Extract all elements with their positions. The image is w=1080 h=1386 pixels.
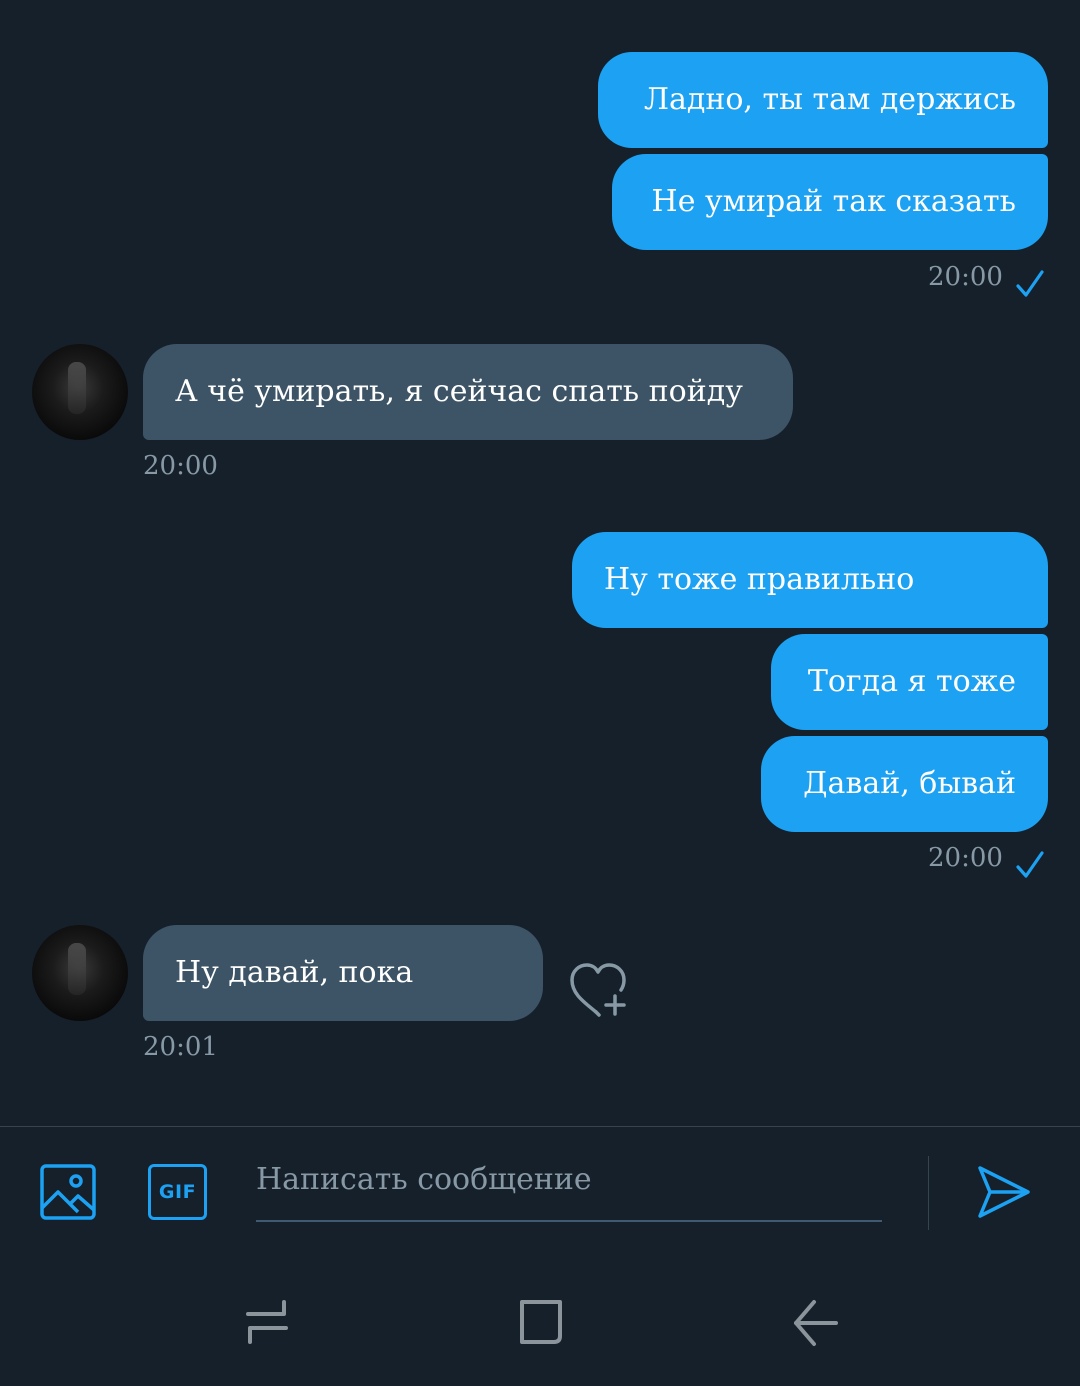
avatar[interactable]: [32, 344, 128, 440]
message-bubble-outgoing[interactable]: Давай, бывай: [761, 736, 1048, 832]
message-bubble-outgoing[interactable]: Ну тоже правильно: [572, 532, 1048, 628]
message-bubble-outgoing[interactable]: Тогда я тоже: [771, 634, 1048, 730]
message-bubble-incoming[interactable]: Ну давай, пока: [143, 925, 543, 1021]
message-timestamp: 20:00: [143, 451, 218, 481]
image-icon[interactable]: [40, 1164, 96, 1220]
avatar[interactable]: [32, 925, 128, 1021]
message-input[interactable]: Написать сообщение: [256, 1162, 592, 1197]
send-icon[interactable]: [976, 1164, 1032, 1220]
message-bubble-outgoing[interactable]: Не умирай так сказать: [612, 154, 1048, 250]
input-underline: [256, 1220, 882, 1222]
heart-plus-icon[interactable]: [566, 960, 632, 1022]
checkmark-icon: [1016, 270, 1044, 297]
gif-button[interactable]: GIF: [148, 1164, 207, 1220]
home-icon[interactable]: [516, 1298, 566, 1348]
message-timestamp: 20:00: [928, 843, 1003, 873]
message-bubble-incoming[interactable]: А чё умирать, я сейчас спать пойду: [143, 344, 793, 440]
recent-apps-icon[interactable]: [244, 1298, 290, 1348]
back-icon[interactable]: [792, 1298, 840, 1348]
checkmark-icon: [1016, 851, 1044, 878]
composer-divider: [928, 1156, 929, 1230]
message-timestamp: 20:01: [143, 1032, 218, 1062]
message-bubble-outgoing[interactable]: Ладно, ты там держись: [598, 52, 1048, 148]
message-timestamp: 20:00: [928, 262, 1003, 292]
gif-label: GIF: [158, 1181, 197, 1203]
